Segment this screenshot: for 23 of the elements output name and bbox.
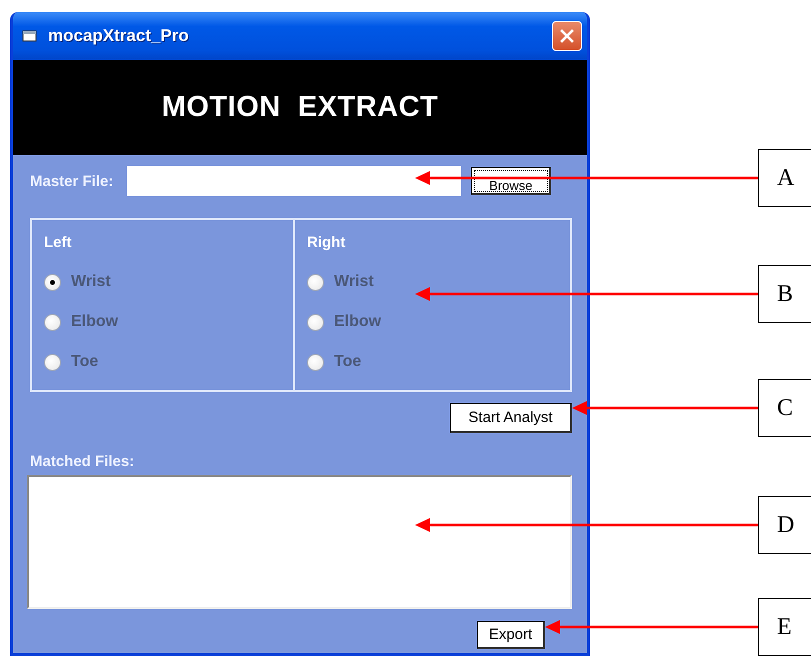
group-title: Right [307, 234, 346, 251]
list-label: Matched Files: [30, 453, 136, 470]
callout-label: C [758, 379, 811, 437]
field-label: Master File: [30, 172, 114, 190]
start-button[interactable]: Start Analyst [450, 403, 572, 433]
callout-label: D [758, 496, 811, 554]
group-title: Left [44, 234, 72, 251]
radio-option[interactable]: Toe [44, 342, 283, 382]
export-button[interactable]: Export [477, 621, 545, 649]
radio-option[interactable]: Toe [307, 342, 560, 382]
master-file-field[interactable] [127, 166, 462, 196]
callout-label: A [758, 149, 811, 207]
radio-option[interactable]: Wrist [44, 262, 283, 302]
radio-option[interactable]: Wrist [307, 262, 560, 302]
radio-option[interactable]: Elbow [44, 302, 283, 342]
radio-option[interactable]: Elbow [307, 302, 560, 342]
window-title: mocapXtract_Pro [48, 26, 190, 46]
banner-title: MOTION EXTRACT [162, 91, 438, 124]
callout-label: E [758, 598, 811, 656]
window-icon [22, 29, 38, 43]
close-button[interactable] [552, 21, 582, 51]
callout-label: B [758, 265, 811, 323]
matched-files-list[interactable] [27, 475, 572, 609]
